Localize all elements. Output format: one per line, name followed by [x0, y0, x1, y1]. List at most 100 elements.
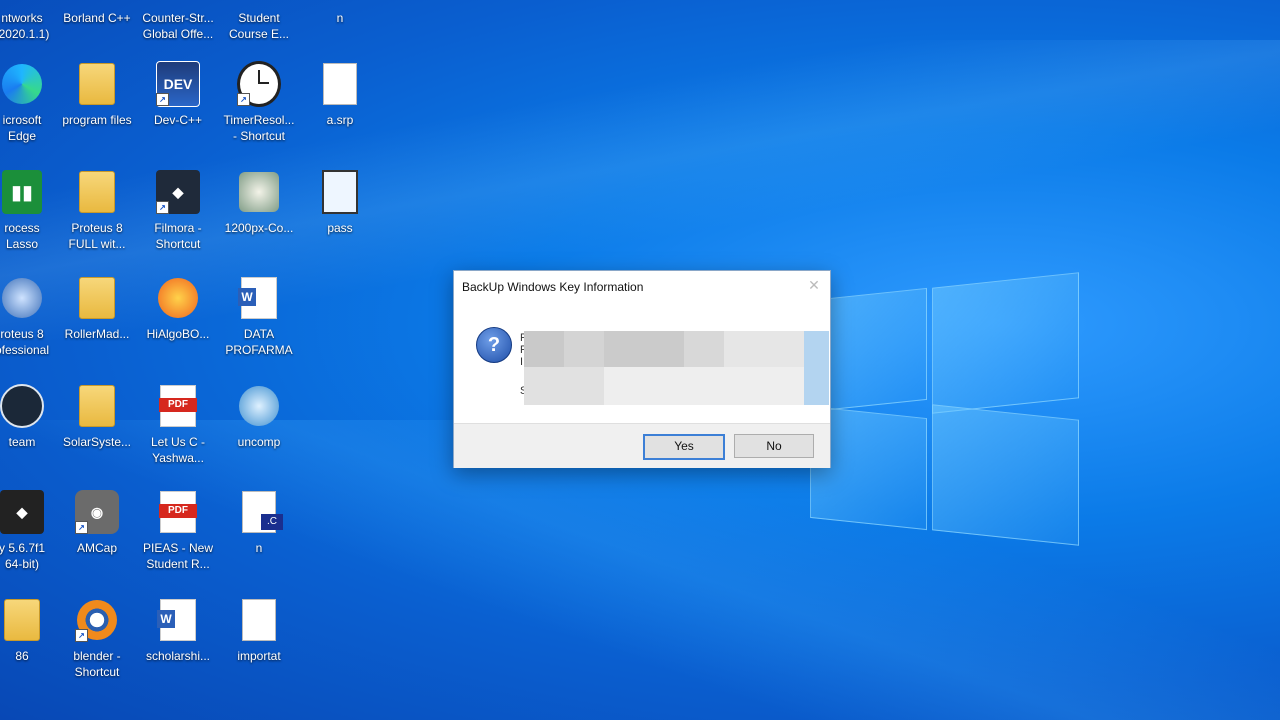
desktop-icon-label: program files [62, 113, 132, 127]
desktop-icon-process-lasso[interactable]: ▮▮ rocess Lasso [0, 170, 62, 270]
desktop-icon-label: a.srp [326, 113, 354, 127]
desktop-icon-label: 1200px-Co... [224, 221, 294, 235]
desktop-icon-steam[interactable]: team [0, 384, 62, 484]
redacted-block [604, 367, 804, 405]
desktop-icon-label: y 5.6.7f1 64-bit) [0, 541, 46, 571]
desktop-icon-hialgo[interactable]: HiAlgoBO... [138, 276, 218, 376]
desktop-icon-label: Filmora - Shortcut [154, 221, 202, 251]
steam-icon [0, 384, 44, 428]
desktop-icon-label: Borland C++ [63, 11, 131, 25]
desktop-icon-solarsystem[interactable]: SolarSyste... [57, 384, 137, 484]
windows-logo-wallpaper [810, 272, 1080, 547]
folder-icon [75, 62, 119, 106]
desktop-icon-proteus-full[interactable]: Proteus 8 FULL wit... [57, 170, 137, 270]
redacted-block [524, 367, 604, 405]
c-file-icon: .C [237, 490, 283, 534]
desktop-icon-timerresolution[interactable]: ↗ TimerResol... - Shortcut [219, 61, 299, 162]
clock-icon: ↗ [237, 61, 281, 107]
desktop-icon-filmora[interactable]: ◆ ↗ Filmora - Shortcut [138, 170, 218, 270]
process-lasso-icon: ▮▮ [0, 170, 44, 214]
image-icon [237, 170, 281, 214]
desktop-icon-label: uncomp [237, 435, 281, 449]
desktop-icon-label: Dev-C++ [153, 113, 203, 127]
blender-icon: ↗ [75, 598, 119, 642]
desktop-icon-data-profarma[interactable]: DATA PROFARMA [219, 276, 299, 376]
yes-button[interactable]: Yes [643, 434, 725, 460]
desktop-icon-label: roteus 8 ofessional [0, 327, 50, 357]
desktop-icon-label: importat [237, 649, 281, 663]
dialog-text-fragment: I [520, 356, 524, 368]
folder-icon [0, 598, 44, 642]
desktop-icon-label: n [336, 11, 344, 25]
desktop-icon-n-c-file[interactable]: .C n [219, 490, 299, 590]
desktop-icon-label: Counter-Str... Global Offe... [142, 11, 214, 41]
desktop-icon-pieas[interactable]: PIEAS - New Student R... [138, 490, 218, 590]
desktop-icon-blender[interactable]: ↗ blender - Shortcut [57, 598, 137, 698]
redacted-block [524, 331, 564, 367]
desktop-icon-label: Proteus 8 FULL wit... [68, 221, 126, 251]
desktop-icon-label: ntworks (2020.1.1) [0, 11, 50, 41]
devcpp-icon: DEV ↗ [156, 61, 200, 107]
folder-icon [75, 384, 119, 428]
proteus-icon [0, 276, 44, 320]
desktop-icon-label: n [255, 541, 263, 555]
desktop-icon-let-us-c[interactable]: Let Us C - Yashwa... [138, 384, 218, 484]
filmora-icon: ◆ ↗ [156, 170, 200, 214]
desktop-icon-scholarship[interactable]: scholarshi... [138, 598, 218, 698]
pdf-icon [156, 490, 200, 534]
folder-icon [75, 276, 119, 320]
dialog-body: ? F F I S [454, 301, 830, 423]
script-icon [318, 170, 362, 214]
word-icon [237, 276, 281, 320]
desktop-icon-label: AMCap [76, 541, 117, 555]
redacted-block [604, 331, 684, 367]
desktop-icon-label: SolarSyste... [62, 435, 132, 449]
desktop-icon-1200px[interactable]: 1200px-Co... [219, 170, 299, 270]
close-icon[interactable]: ✕ [806, 277, 822, 293]
dialog-title: BackUp Windows Key Information [462, 280, 644, 294]
redacted-block [724, 331, 804, 367]
redacted-block [564, 331, 604, 367]
doc-icon [237, 598, 281, 642]
desktop-icon-proteus[interactable]: roteus 8 ofessional [0, 276, 62, 376]
desktop-icon-label: 86 [15, 649, 29, 663]
desktop-icon-label: TimerResol... - Shortcut [223, 113, 295, 143]
desktop-icon-label: HiAlgoBO... [146, 327, 210, 341]
question-icon: ? [476, 327, 512, 363]
desktop-icon-label: team [8, 435, 36, 449]
hialgo-icon [156, 276, 200, 320]
desktop-icon-label: pass [327, 221, 353, 235]
desktop-icon-edge[interactable]: icrosoft Edge [0, 62, 62, 162]
desktop-icon-label: Student Course E... [228, 11, 290, 41]
desktop-icon-label: scholarshi... [145, 649, 211, 663]
unity-icon: ◆ [0, 490, 44, 534]
desktop-icon-label: icrosoft Edge [2, 113, 42, 143]
desktop-icon-rollermad[interactable]: RollerMad... [57, 276, 137, 376]
desktop-icon-label: PIEAS - New Student R... [142, 541, 214, 571]
desktop-icon-label: blender - Shortcut [73, 649, 121, 679]
redacted-block [684, 331, 724, 367]
desktop-icon-label: rocess Lasso [4, 221, 40, 251]
desktop-icon-importat[interactable]: importat [219, 598, 299, 698]
atom-icon [237, 384, 281, 428]
desktop-icon-unity[interactable]: ◆ y 5.6.7f1 64-bit) [0, 490, 62, 590]
desktop-icon-amcap[interactable]: ◉ ↗ AMCap [57, 490, 137, 590]
desktop-icon-a-srp[interactable]: a.srp [300, 62, 380, 162]
desktop-icon-program-files[interactable]: program files [57, 62, 137, 162]
backup-key-dialog: BackUp Windows Key Information ✕ ? F F I… [453, 270, 831, 468]
desktop-icon-label: Let Us C - Yashwa... [150, 435, 205, 465]
desktop-icon-pass[interactable]: pass [300, 170, 380, 270]
dialog-footer: Yes No [454, 423, 830, 468]
camera-icon: ◉ ↗ [75, 490, 119, 534]
folder-icon [75, 170, 119, 214]
desktop-icon-label: DATA PROFARMA [225, 327, 293, 357]
desktop-icon-uncomp[interactable]: uncomp [219, 384, 299, 484]
no-button[interactable]: No [734, 434, 814, 458]
pdf-icon [156, 384, 200, 428]
file-icon [318, 62, 362, 106]
desktop-icon-folder-86[interactable]: 86 [0, 598, 62, 698]
desktop-icon-label: RollerMad... [64, 327, 130, 341]
desktop-icon-devcpp[interactable]: DEV ↗ Dev-C++ [138, 61, 218, 162]
word-icon [156, 598, 200, 642]
redacted-block [804, 331, 829, 405]
